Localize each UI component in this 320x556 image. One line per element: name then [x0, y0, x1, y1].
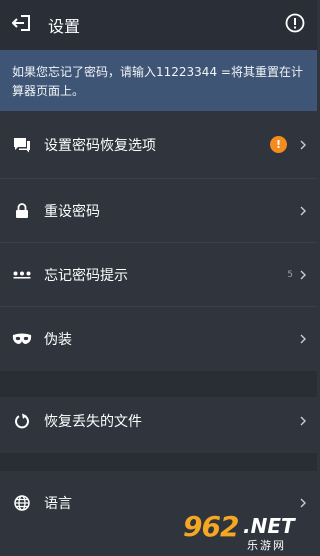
chevron-right-icon	[289, 111, 317, 179]
notice-text: 如果您忘记了密码，请输入11223344 =将其重置在计算器页面上。	[12, 65, 303, 98]
warning-badge: !	[270, 136, 287, 153]
top-bar: 设置	[0, 0, 317, 50]
back-button[interactable]	[0, 0, 44, 50]
section-divider	[0, 453, 317, 471]
exit-arrow-icon	[12, 14, 32, 36]
watermark-domain: .NET	[243, 514, 295, 538]
info-button[interactable]	[273, 0, 317, 50]
restore-icon	[0, 389, 44, 453]
row-disguise[interactable]: 伪装	[0, 307, 317, 371]
watermark-number: 962	[183, 510, 239, 543]
row-label: 忘记密码提示	[44, 267, 128, 284]
chevron-right-icon	[289, 307, 317, 371]
chevron-right-icon	[289, 179, 317, 243]
chevron-right-icon	[289, 389, 317, 453]
row-label: 伪装	[44, 332, 72, 348]
mask-icon	[0, 307, 44, 371]
exclamation-circle-icon	[285, 13, 305, 37]
watermark-site: 乐游网	[247, 539, 286, 552]
page-title: 设置	[48, 17, 81, 36]
row-label: 重设密码	[44, 203, 100, 220]
password-reset-notice: 如果您忘记了密码，请输入11223344 =将其重置在计算器页面上。	[0, 50, 317, 111]
dots-icon	[0, 243, 44, 307]
row-label: 恢复丢失的文件	[44, 414, 142, 430]
lock-icon	[0, 179, 44, 243]
row-label: 设置密码恢复选项	[44, 137, 156, 154]
row-restore-files[interactable]: 恢复丢失的文件	[0, 389, 317, 453]
globe-icon	[0, 471, 44, 535]
settings-section-files: 恢复丢失的文件	[0, 389, 317, 453]
row-recovery-options[interactable]: 设置密码恢复选项 !	[0, 111, 317, 179]
row-reset-password[interactable]: 重设密码	[0, 179, 317, 243]
chevron-right-icon	[289, 243, 317, 307]
settings-section-security: 设置密码恢复选项 ! 重设密码 忘记密码提示 5 伪装	[0, 111, 317, 371]
site-watermark: 962 .NET 乐游网	[177, 510, 313, 554]
row-password-hint[interactable]: 忘记密码提示 5	[0, 243, 317, 307]
chat-bubble-icon	[0, 111, 44, 179]
